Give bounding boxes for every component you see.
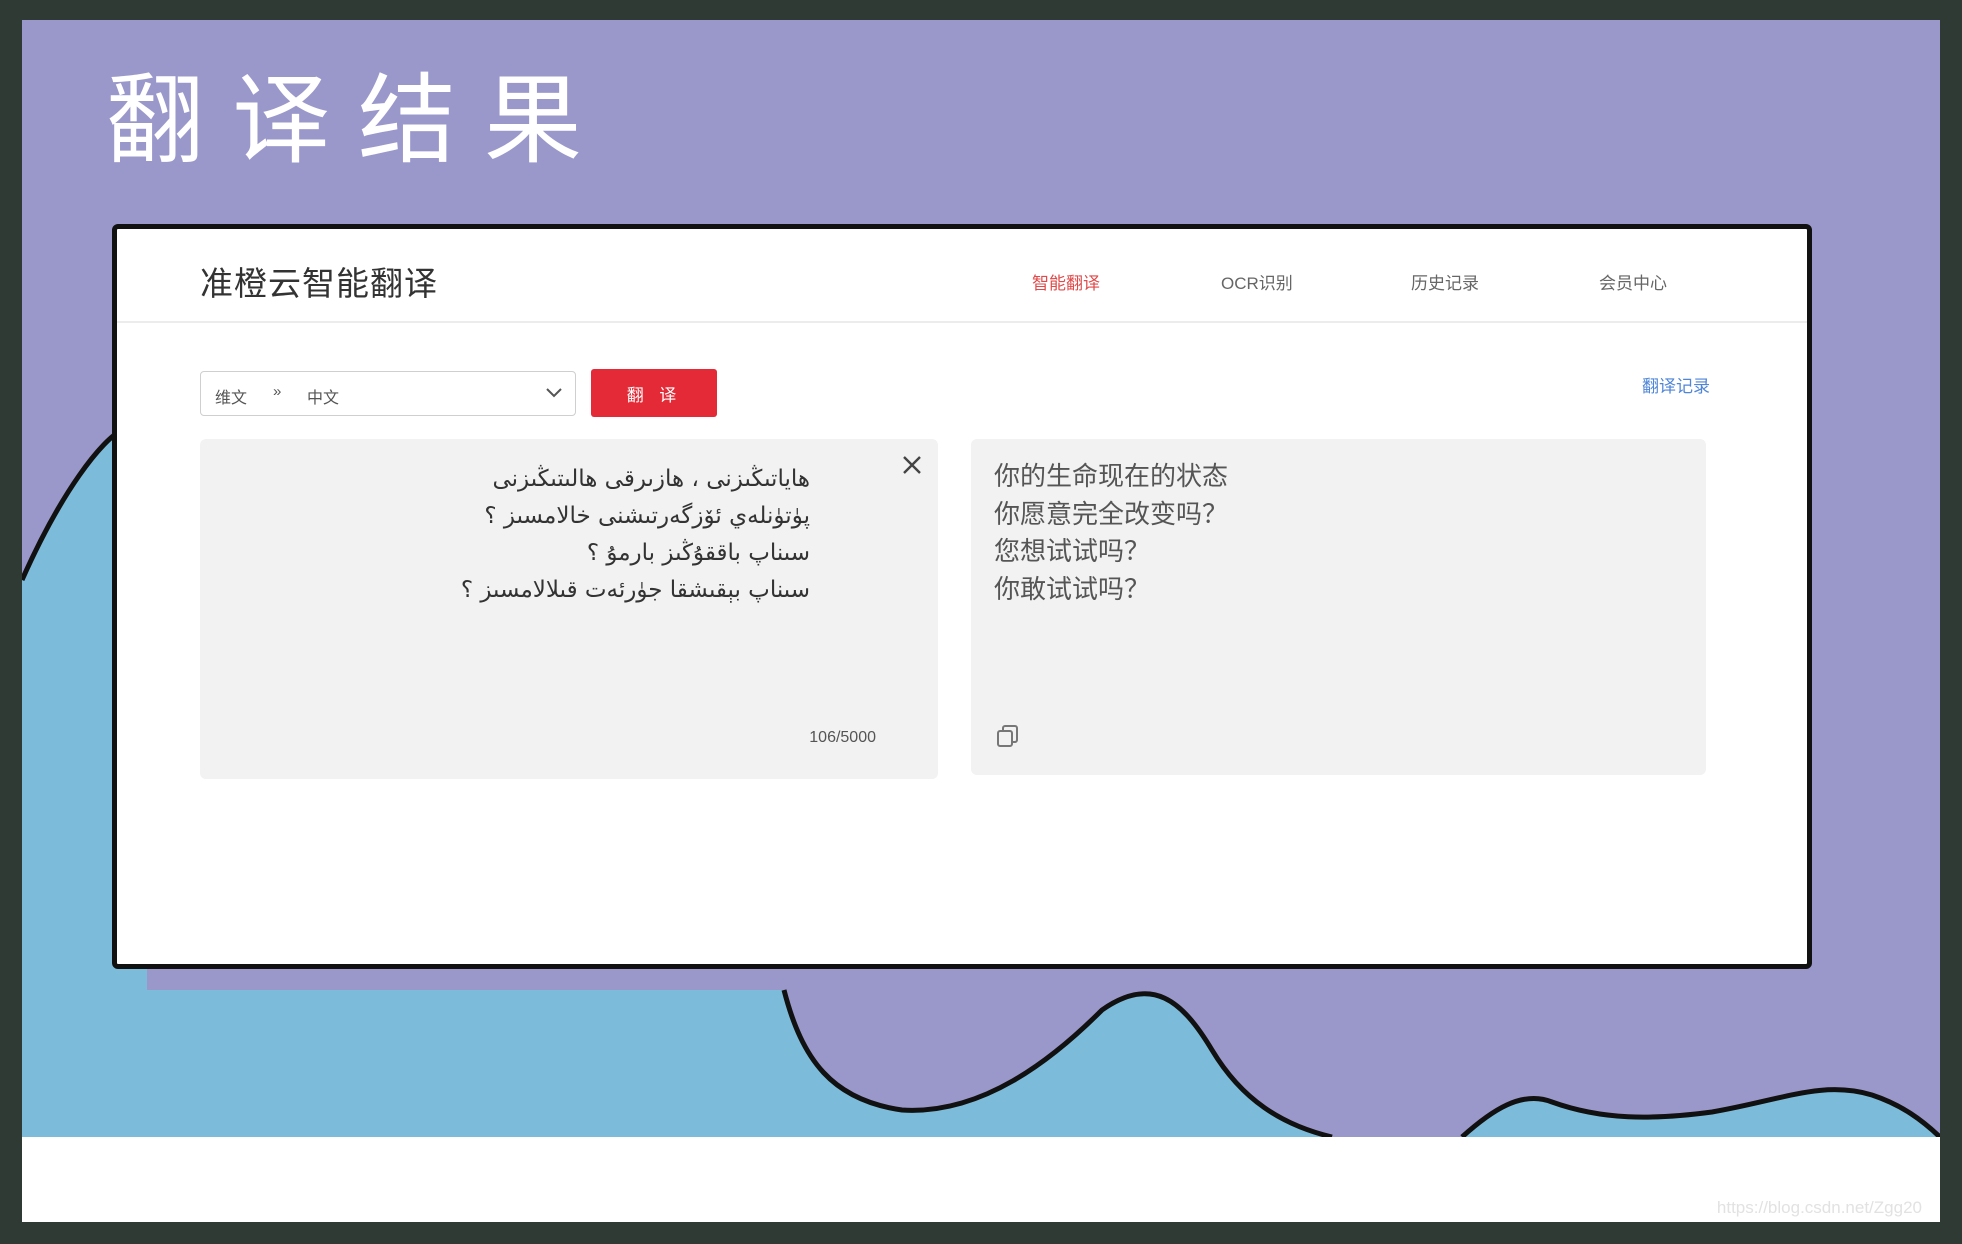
nav-ocr[interactable]: OCR识别 [1221,269,1293,294]
nav-smart-translate[interactable]: 智能翻译 [1032,269,1100,294]
translate-button[interactable]: 翻 译 [591,369,717,417]
source-input-panel[interactable]: ھاياتىڭىزنى ، ھازىرقى ھالىتىڭىزنى پۈتۈنل… [200,439,938,779]
char-count: 106/5000 [809,729,876,746]
direction-arrow: » [273,383,282,400]
nav-member-center[interactable]: 会员中心 [1599,269,1667,294]
close-icon[interactable] [898,451,926,479]
bottom-band [22,1137,1940,1222]
copy-icon[interactable] [995,723,1021,749]
language-select[interactable]: 维文 » 中文 [200,371,576,416]
output-panel: 你的生命现在的状态 你愿意完全改变吗？ 您想试试吗？ 你敢试试吗？ [971,439,1706,775]
target-language: 中文 [307,390,340,407]
source-text[interactable]: ھاياتىڭىزنى ، ھازىرقى ھالىتىڭىزنى پۈتۈنل… [270,461,810,609]
source-language: 维文 [215,390,248,407]
nav-history[interactable]: 历史记录 [1411,269,1479,294]
watermark: https://blog.csdn.net/Zgg20 [1716,1198,1922,1217]
app-header: 准橙云智能翻译 智能翻译 OCR识别 历史记录 会员中心 [117,229,1807,323]
slide-title: 翻译结果 [106,64,611,178]
app-window: 准橙云智能翻译 智能翻译 OCR识别 历史记录 会员中心 维文 » 中文 翻 译… [112,224,1812,969]
translation-history-link[interactable]: 翻译记录 [1642,372,1710,397]
chevron-down-icon [545,386,563,404]
output-text: 你的生命现在的状态 你愿意完全改变吗？ 您想试试吗？ 你敢试试吗？ [994,462,1229,605]
brand-title: 准橙云智能翻译 [200,264,438,303]
